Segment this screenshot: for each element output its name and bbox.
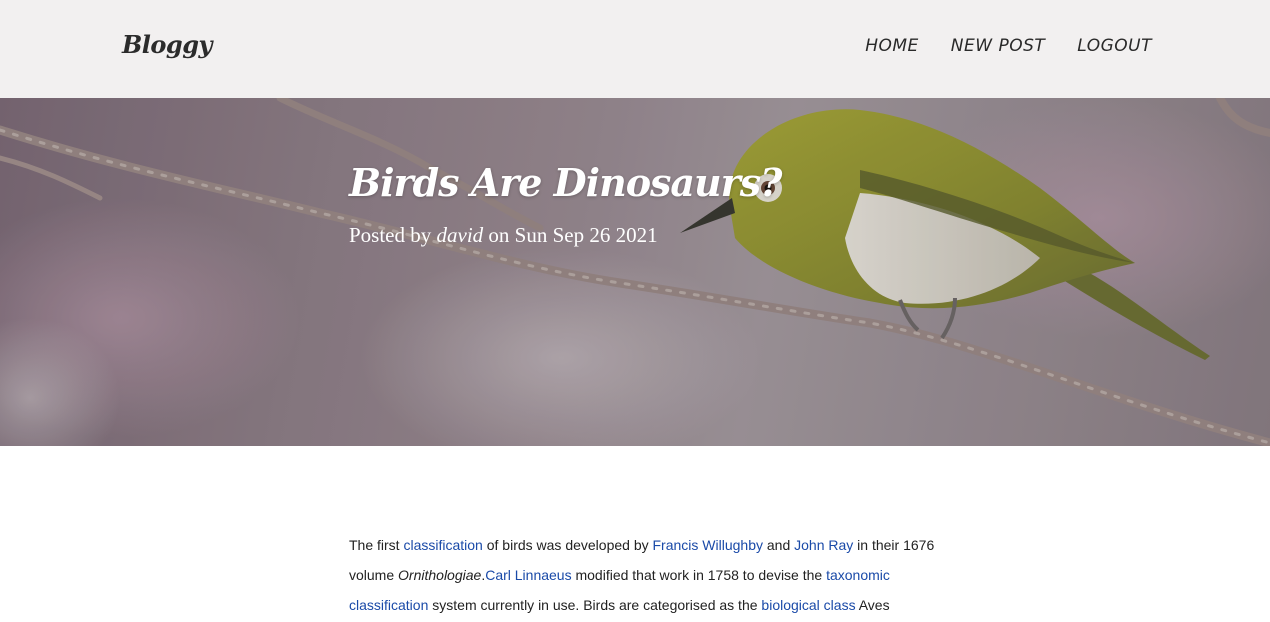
text-run: modified that work in 1758 to devise the (571, 567, 827, 583)
link-classification[interactable]: classification (403, 537, 482, 553)
site-header: Bloggy HOME NEW POST LOGOUT (0, 0, 1270, 98)
nav-home-link[interactable]: HOME (865, 36, 919, 56)
post-body: The first classification of birds was de… (349, 530, 939, 620)
post-hero: Birds Are Dinosaurs? Posted by david on … (0, 98, 1270, 446)
posted-by-label: Posted by (349, 223, 432, 247)
link-biological-class[interactable]: biological class (761, 597, 855, 613)
main-nav: HOME NEW POST LOGOUT (865, 36, 1152, 56)
post-title: Birds Are Dinosaurs? (349, 160, 782, 205)
post-paragraph: The first classification of birds was de… (349, 530, 939, 620)
text-run: in their 1676 (853, 537, 935, 553)
link-carl-linnaeus[interactable]: Carl Linnaeus (485, 567, 571, 583)
post-author: david (436, 223, 484, 247)
post-meta: Posted by david on Sun Sep 26 2021 (349, 223, 658, 248)
link-francis-willughby[interactable]: Francis Willughby (653, 537, 763, 553)
text-run: of birds was developed by (482, 537, 653, 553)
text-run: system currently in use. Birds are categ… (428, 597, 762, 613)
nav-new-post-link[interactable]: NEW POST (951, 36, 1045, 56)
text-run: and (762, 537, 795, 553)
hero-overlay (0, 98, 1270, 446)
nav-logout-link[interactable]: LOGOUT (1077, 36, 1152, 56)
brand-logo[interactable]: Bloggy (122, 30, 212, 59)
post-date: Sun Sep 26 2021 (514, 223, 658, 247)
link-classification-system[interactable]: classification (349, 597, 428, 613)
text-run: volume (349, 567, 399, 583)
text-run: Aves (855, 597, 890, 613)
italic-title: Ornithologiae (398, 567, 482, 583)
text-run: The first (349, 537, 404, 553)
link-taxonomic[interactable]: taxonomic (826, 567, 890, 583)
link-john-ray[interactable]: John Ray (794, 537, 853, 553)
date-prefix-label: on (488, 223, 510, 247)
